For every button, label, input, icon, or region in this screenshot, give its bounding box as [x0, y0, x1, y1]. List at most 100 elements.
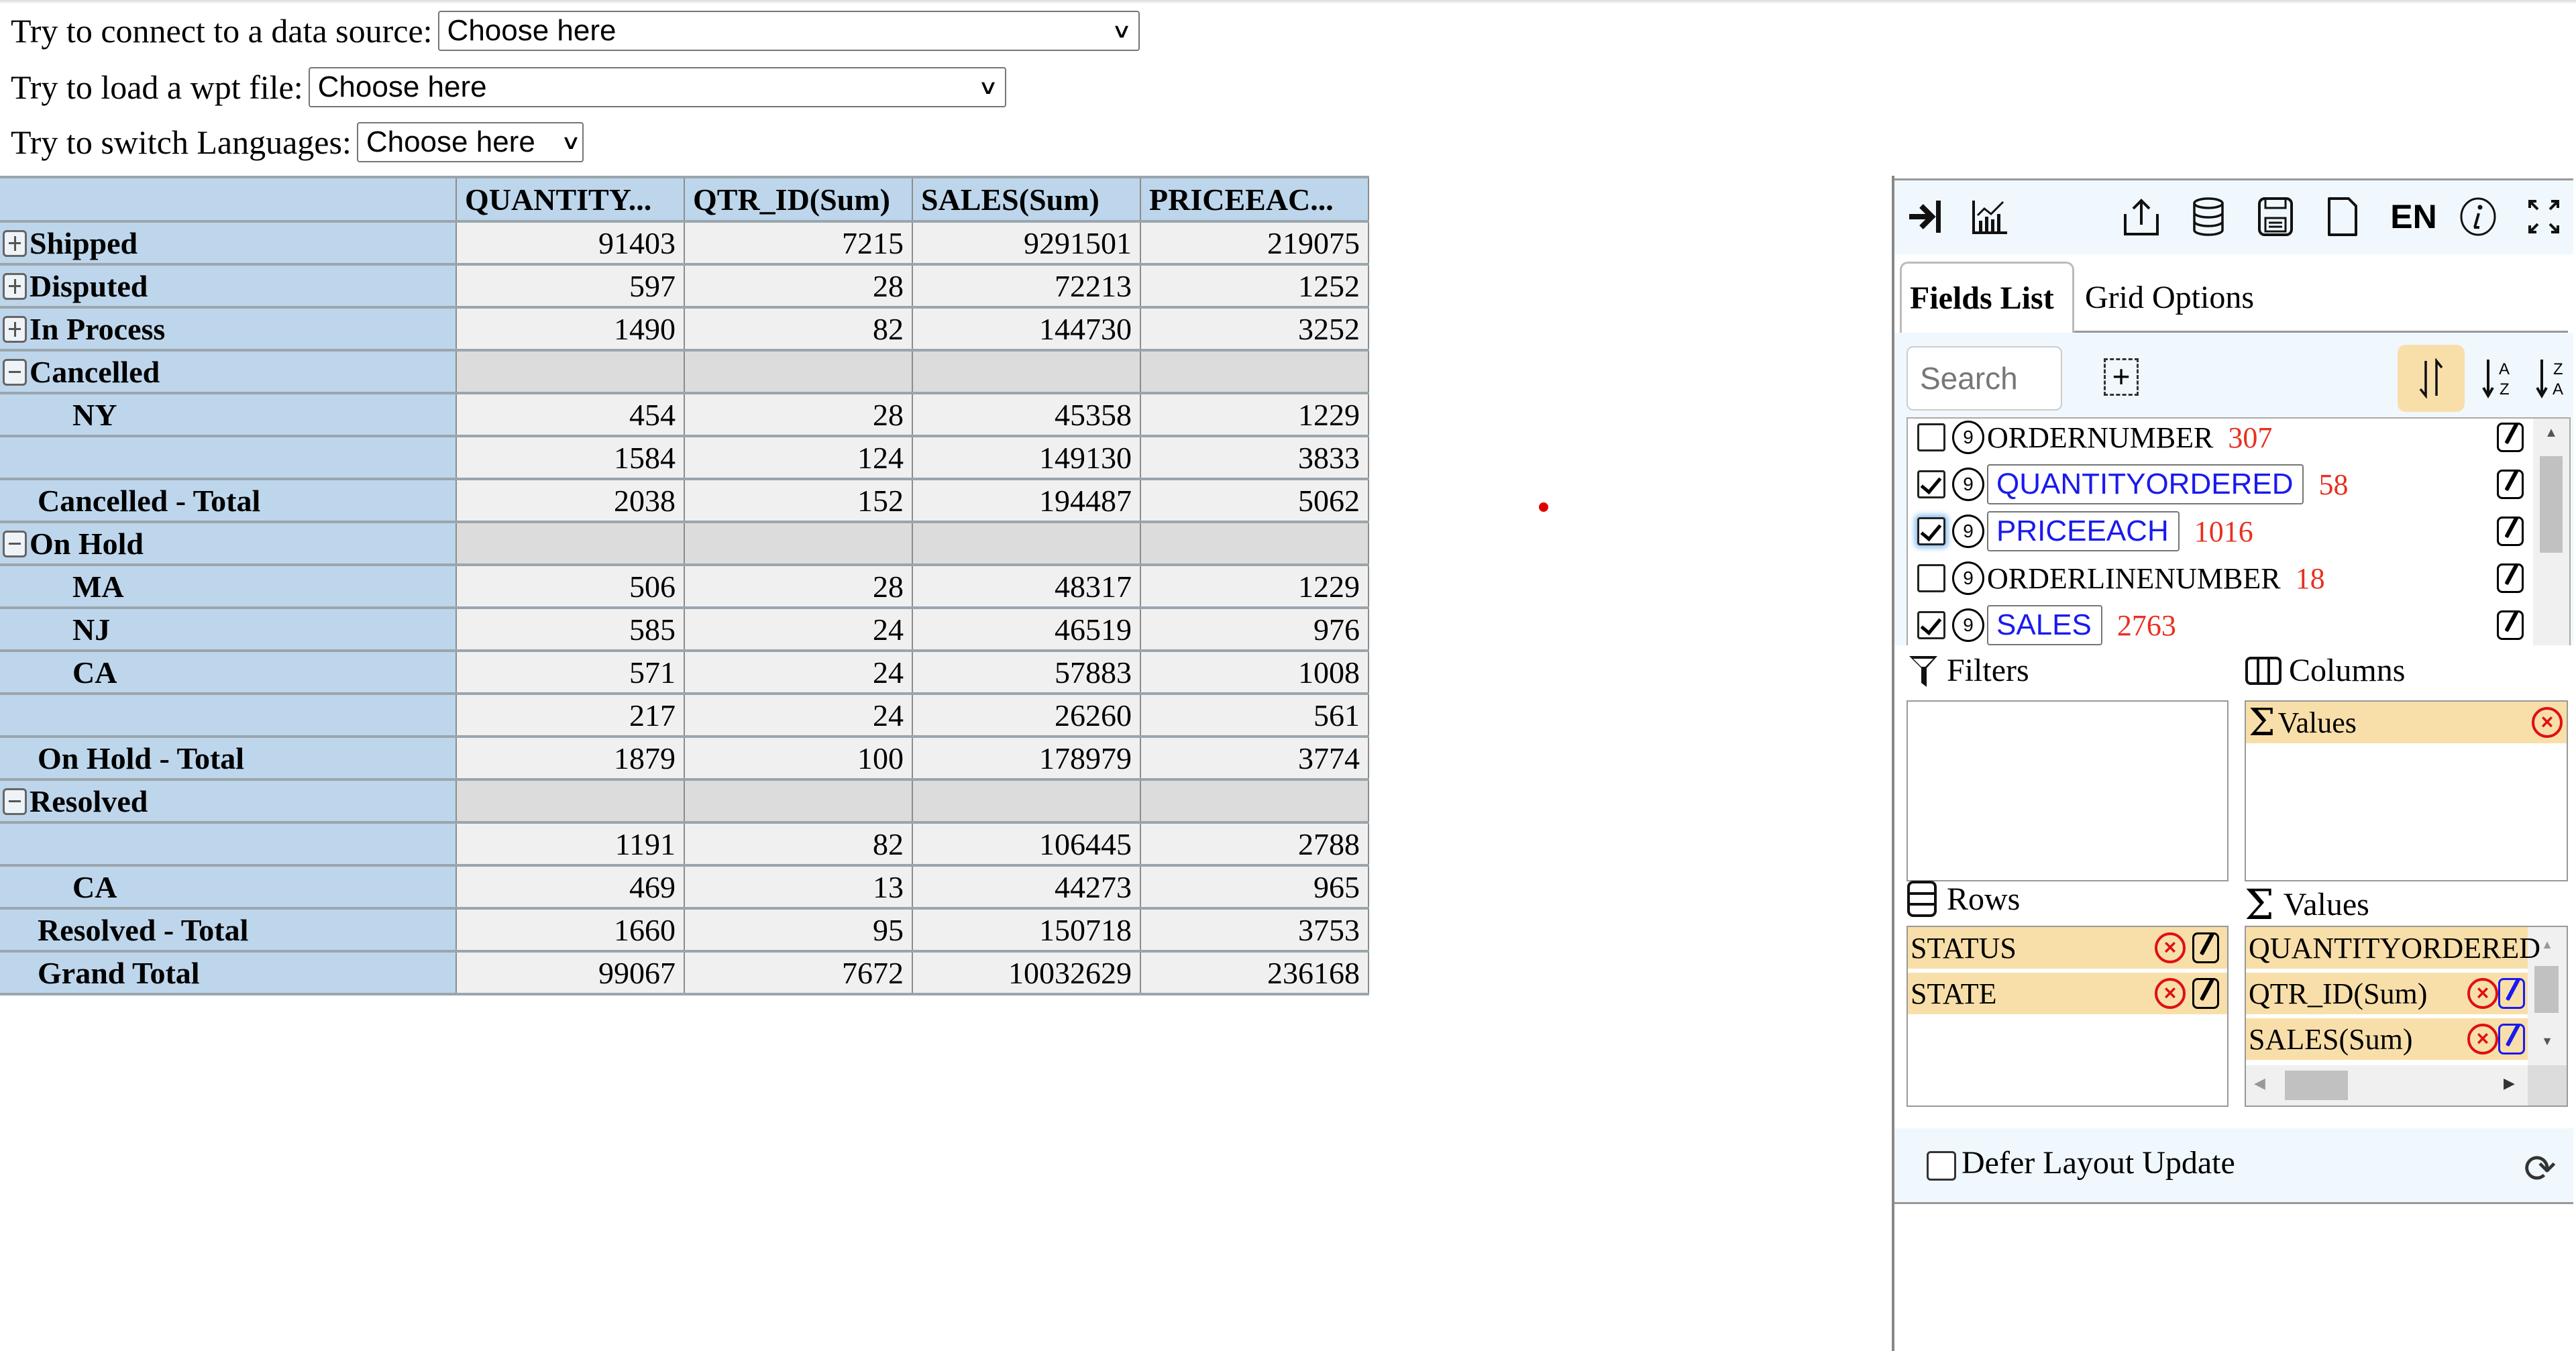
field-item[interactable]: 9 QUANTITYORDERED 58	[1908, 462, 2525, 507]
save-icon[interactable]	[2254, 195, 2297, 238]
value-cell[interactable]: 1660	[456, 908, 685, 953]
refresh-icon[interactable]: ⟳	[2524, 1146, 2557, 1191]
collapse-icon[interactable]	[3, 788, 27, 815]
value-cell[interactable]: 13	[684, 865, 913, 910]
value-cell[interactable]: 561	[1140, 694, 1369, 738]
remove-icon[interactable]: ×	[2467, 978, 2498, 1009]
value-cell[interactable]: 24	[684, 651, 913, 695]
value-cell[interactable]: 82	[684, 307, 913, 352]
value-cell[interactable]: 217	[456, 694, 685, 738]
value-cell[interactable]: 3774	[1140, 737, 1369, 781]
scrollbar-thumb[interactable]	[2540, 456, 2563, 553]
language-button[interactable]: EN	[2387, 195, 2440, 238]
value-cell[interactable]: 124	[684, 436, 913, 480]
value-cell[interactable]	[456, 522, 685, 566]
column-header[interactable]: PRICEEAC...	[1140, 178, 1369, 223]
tab-grid-options[interactable]: Grid Options	[2077, 262, 2262, 333]
value-cell[interactable]: 24	[684, 608, 913, 652]
expand-icon[interactable]	[3, 272, 27, 300]
edit-icon[interactable]	[2497, 517, 2524, 546]
info-icon[interactable]	[2457, 195, 2500, 238]
value-cell[interactable]: 7672	[684, 951, 913, 995]
value-cell[interactable]	[912, 779, 1141, 824]
value-cell[interactable]: 1584	[456, 436, 685, 480]
value-cell[interactable]: 24	[684, 694, 913, 738]
value-cell[interactable]: 194487	[912, 479, 1141, 523]
value-cell[interactable]: 57883	[912, 651, 1141, 695]
value-cell[interactable]	[456, 350, 685, 394]
database-icon[interactable]	[2187, 195, 2230, 238]
remove-icon[interactable]: ×	[2467, 1024, 2498, 1055]
field-item[interactable]: 9 PRICEEACH 1016	[1908, 508, 2525, 554]
value-cell[interactable]: 1191	[456, 822, 685, 867]
value-cell[interactable]: 597	[456, 264, 685, 309]
chart-icon[interactable]	[1968, 195, 2011, 238]
rows-pill[interactable]: STATUS ×	[1908, 927, 2227, 969]
values-hscrollbar[interactable]: ◀ ▶	[2246, 1065, 2530, 1105]
value-cell[interactable]: 100	[684, 737, 913, 781]
value-cell[interactable]: 1490	[456, 307, 685, 352]
value-cell[interactable]: 28	[684, 264, 913, 309]
value-cell[interactable]: 48317	[912, 565, 1141, 609]
value-cell[interactable]	[912, 522, 1141, 566]
value-cell[interactable]: 106445	[912, 822, 1141, 867]
add-calculated-field-button[interactable]: +	[2104, 358, 2139, 396]
value-cell[interactable]	[684, 779, 913, 824]
scrollbar-thumb[interactable]	[2534, 966, 2559, 1013]
column-header[interactable]: SALES(Sum)	[912, 178, 1141, 223]
field-checkbox[interactable]	[1917, 611, 1945, 639]
sort-za-button[interactable]: ZA	[2532, 345, 2572, 412]
value-cell[interactable]: 5062	[1140, 479, 1369, 523]
new-file-icon[interactable]	[2321, 195, 2364, 238]
edit-icon[interactable]	[2192, 932, 2219, 963]
value-cell[interactable]: 3833	[1140, 436, 1369, 480]
row-header[interactable]: In Process	[0, 307, 457, 352]
row-header[interactable]: On Hold	[0, 522, 457, 566]
value-cell[interactable]	[912, 350, 1141, 394]
tab-fields-list[interactable]: Fields List	[1900, 262, 2074, 333]
value-cell[interactable]: 95	[684, 908, 913, 953]
value-cell[interactable]: 10032629	[912, 951, 1141, 995]
value-cell[interactable]: 1229	[1140, 393, 1369, 437]
remove-icon[interactable]: ×	[2532, 707, 2563, 738]
row-header[interactable]: Shipped	[0, 221, 457, 266]
rows-pill[interactable]: STATE ×	[1908, 973, 2227, 1014]
value-cell[interactable]: 152	[684, 479, 913, 523]
collapse-icon[interactable]	[3, 358, 27, 386]
collapse-icon[interactable]	[3, 530, 27, 557]
value-cell[interactable]: 28	[684, 393, 913, 437]
scroll-down-icon[interactable]: ▼	[2528, 1034, 2567, 1048]
values-drop-zone[interactable]: ▲ ▼ ◀ ▶ QUANTITYORDERED QTR_ID(Sum) × SALES…	[2245, 926, 2568, 1107]
value-cell[interactable]: 585	[456, 608, 685, 652]
edit-icon[interactable]	[2497, 610, 2524, 640]
value-cell[interactable]: 9291501	[912, 221, 1141, 266]
values-pill[interactable]: SALES(Sum) ×	[2246, 1018, 2528, 1060]
field-checkbox[interactable]	[1917, 470, 1945, 498]
sort-az-button[interactable]: AZ	[2465, 345, 2532, 412]
value-cell[interactable]: 144730	[912, 307, 1141, 352]
edit-icon[interactable]	[2498, 1024, 2525, 1055]
value-cell[interactable]: 3252	[1140, 307, 1369, 352]
value-cell[interactable]: 1229	[1140, 565, 1369, 609]
fullscreen-icon[interactable]	[2522, 195, 2565, 238]
value-cell[interactable]	[1140, 522, 1369, 566]
value-cell[interactable]: 82	[684, 822, 913, 867]
edit-icon[interactable]	[2498, 978, 2525, 1009]
datasource-select[interactable]: Choose here ∨	[437, 11, 1140, 51]
value-cell[interactable]: 45358	[912, 393, 1141, 437]
export-icon[interactable]	[2120, 195, 2163, 238]
columns-pill[interactable]: Σ Values ×	[2246, 702, 2567, 745]
value-cell[interactable]: 219075	[1140, 221, 1369, 266]
row-header[interactable]: Cancelled	[0, 350, 457, 394]
field-checkbox[interactable]	[1917, 423, 1945, 451]
expand-icon[interactable]	[3, 315, 27, 343]
value-cell[interactable]: 454	[456, 393, 685, 437]
column-header[interactable]: QUANTITY...	[456, 178, 685, 223]
columns-drop-zone[interactable]: Σ Values ×	[2245, 700, 2568, 881]
value-cell[interactable]: 976	[1140, 608, 1369, 652]
field-item[interactable]: 9 ORDERNUMBER 307	[1908, 419, 2525, 460]
value-cell[interactable]	[1140, 350, 1369, 394]
value-cell[interactable]: 571	[456, 651, 685, 695]
value-cell[interactable]: 1252	[1140, 264, 1369, 309]
scrollbar-thumb[interactable]	[2285, 1071, 2348, 1100]
